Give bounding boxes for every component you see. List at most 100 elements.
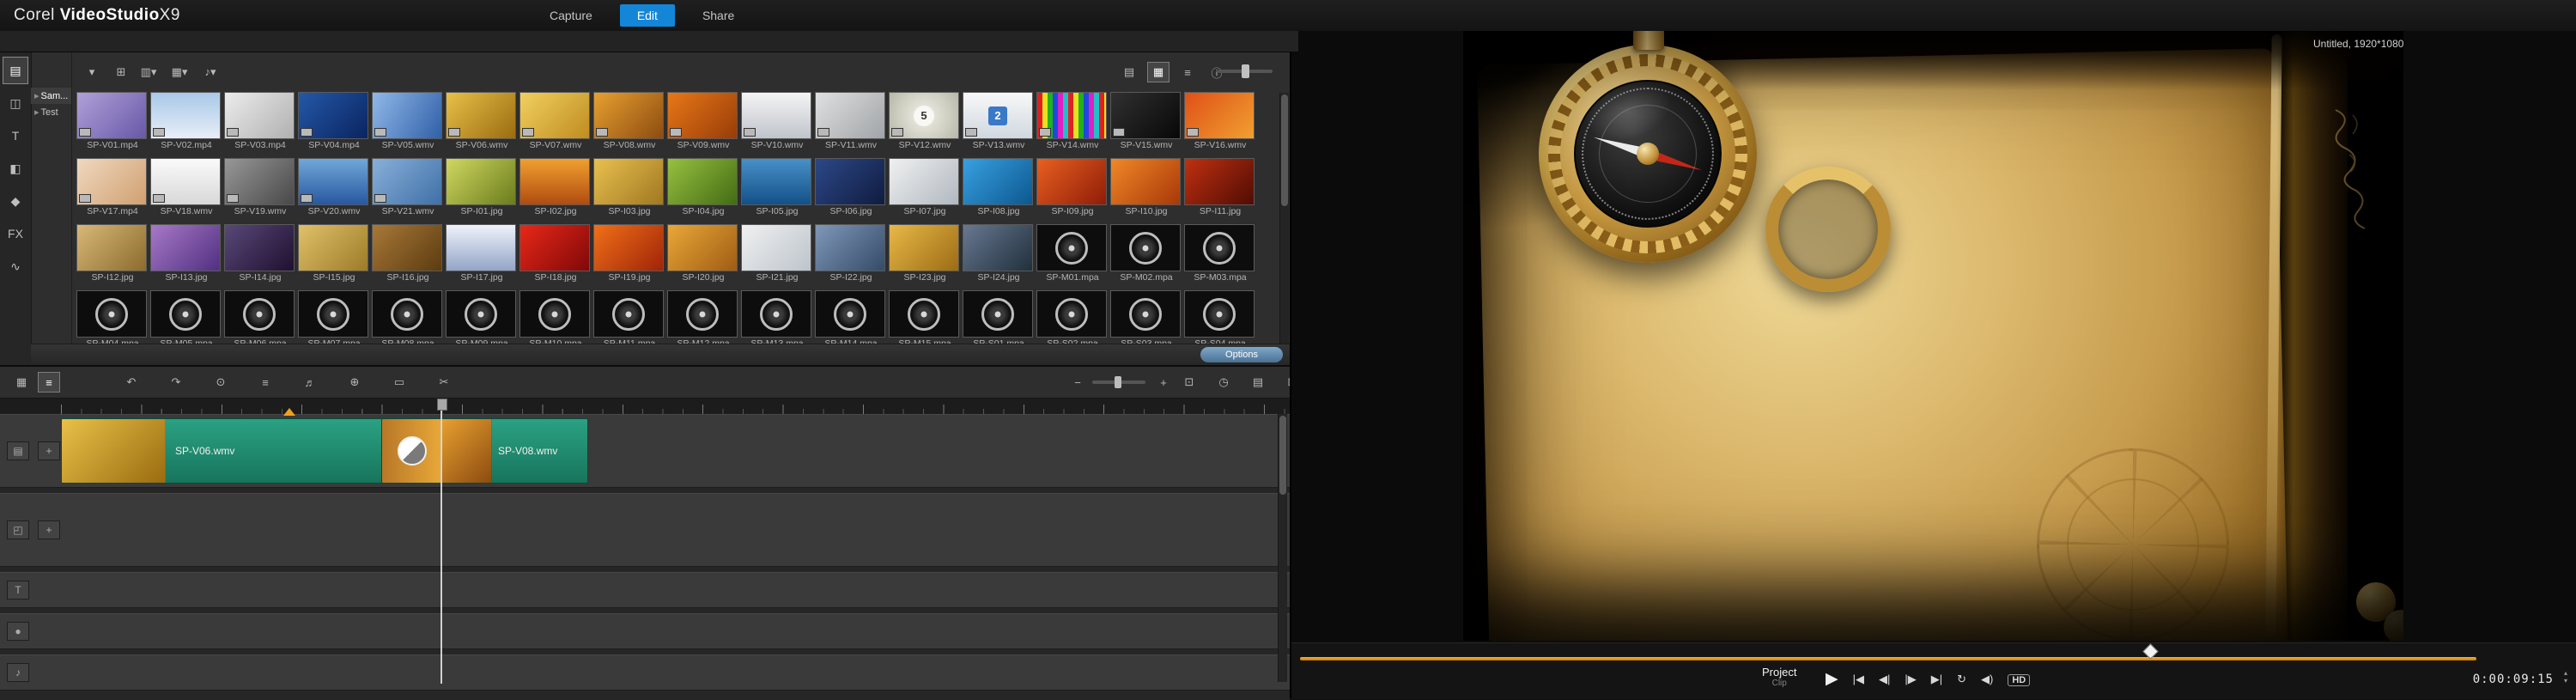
media-thumbnail[interactable]: SP-M11.mpa	[593, 290, 665, 349]
transitions-button[interactable]: T	[3, 122, 28, 149]
media-thumbnail[interactable]: 5 SP-V12.wmv	[889, 92, 960, 150]
previous-frame-button[interactable]: ◀|	[1879, 673, 1890, 686]
undo-button[interactable]: ↶	[120, 372, 143, 393]
mode-clip-label[interactable]: Clip	[1762, 679, 1796, 688]
media-thumbnail[interactable]: SP-I20.jpg	[667, 224, 738, 283]
media-thumbnail[interactable]: SP-I22.jpg	[815, 224, 886, 283]
media-thumbnail[interactable]: SP-M03.mpa	[1184, 224, 1255, 283]
motion-tracking-button[interactable]: ⊕	[343, 372, 366, 393]
volume-button[interactable]: ◀)	[1981, 673, 1993, 686]
media-thumbnail[interactable]: SP-V06.wmv	[446, 92, 517, 150]
scrub-bar[interactable]	[1300, 657, 2476, 660]
media-thumbnail[interactable]: SP-M09.mpa	[446, 290, 517, 349]
gallery-folder[interactable]: ▸ Sam...	[31, 88, 71, 104]
media-thumbnail[interactable]: SP-V09.wmv	[667, 92, 738, 150]
media-thumbnail[interactable]: SP-M04.mpa	[76, 290, 148, 349]
media-thumbnail[interactable]: SP-I12.jpg	[76, 224, 148, 283]
home-button[interactable]: |◀	[1853, 673, 1864, 686]
add-overlay-track-button[interactable]: +	[38, 520, 60, 539]
media-thumbnail[interactable]: SP-M10.mpa	[519, 290, 591, 349]
media-thumbnail[interactable]: SP-M12.mpa	[667, 290, 738, 349]
timeline-clip[interactable]	[381, 418, 442, 484]
detail-view-button[interactable]: ≡	[1176, 62, 1199, 82]
media-thumbnail[interactable]: SP-M14.mpa	[815, 290, 886, 349]
media-thumbnail[interactable]: SP-I04.jpg	[667, 158, 738, 216]
media-thumbnail[interactable]: SP-I15.jpg	[298, 224, 369, 283]
media-thumbnail[interactable]: SP-M01.mpa	[1036, 224, 1108, 283]
subtitle-editor-button[interactable]: ▭	[388, 372, 410, 393]
options-button[interactable]: Options	[1200, 347, 1283, 362]
play-button[interactable]: ▶	[1826, 669, 1838, 689]
media-thumbnail[interactable]: SP-V01.mp4	[76, 92, 148, 150]
split-by-scene-button[interactable]: ✂	[433, 372, 455, 393]
track-manager-button[interactable]: ▤	[1247, 372, 1269, 393]
redo-button[interactable]: ↷	[165, 372, 187, 393]
media-thumbnail[interactable]: SP-I17.jpg	[446, 224, 517, 283]
media-thumbnail[interactable]: SP-I01.jpg	[446, 158, 517, 216]
media-thumbnail[interactable]: SP-S04.mpa	[1184, 290, 1255, 349]
media-thumbnail[interactable]: SP-M13.mpa	[741, 290, 812, 349]
media-thumbnail[interactable]: SP-V19.wmv	[224, 158, 295, 216]
library-scrollbar-thumb[interactable]	[1281, 94, 1288, 206]
filters-button[interactable]: FX	[3, 220, 28, 247]
sound-mixer-button[interactable]: ≡	[254, 372, 276, 393]
video-track-icon[interactable]: ▤	[7, 441, 29, 460]
media-thumbnail[interactable]: SP-I05.jpg	[741, 158, 812, 216]
media-thumbnail[interactable]: SP-I08.jpg	[963, 158, 1034, 216]
media-thumbnail[interactable]: SP-M05.mpa	[150, 290, 222, 349]
repeat-button[interactable]: ↻	[1957, 673, 1966, 686]
media-thumbnail[interactable]: SP-I16.jpg	[372, 224, 443, 283]
media-thumbnail[interactable]: SP-S03.mpa	[1110, 290, 1182, 349]
media-thumbnail[interactable]: SP-I10.jpg	[1110, 158, 1182, 216]
playback-mode-toggle[interactable]: Project Clip	[1762, 666, 1796, 688]
cue-marker[interactable]	[283, 408, 295, 416]
media-thumbnail[interactable]: SP-S01.mpa	[963, 290, 1034, 349]
timeline-ruler[interactable]	[0, 399, 1290, 415]
timecode-down-icon[interactable]: ▾	[2564, 677, 2567, 685]
title-track[interactable]: T	[0, 572, 1290, 608]
gallery-folder[interactable]: ▸ Test	[31, 104, 71, 120]
storyboard-view-button[interactable]: ▦	[10, 372, 33, 393]
media-thumbnail[interactable]: SP-S02.mpa	[1036, 290, 1108, 349]
timeline-zoom-knob[interactable]	[1115, 376, 1121, 388]
timecode-spinner[interactable]: ▴ ▾	[2564, 669, 2567, 685]
thumbnail-size-slider[interactable]	[1218, 64, 1273, 78]
record-capture-button[interactable]: ⊙	[210, 372, 232, 393]
music-track-icon[interactable]: ♪	[7, 663, 29, 682]
media-thumbnail[interactable]: SP-V17.mp4	[76, 158, 148, 216]
auto-music-button[interactable]: ♬	[299, 372, 321, 393]
tab-capture[interactable]: Capture	[532, 4, 610, 27]
media-thumbnail[interactable]: SP-V11.wmv	[815, 92, 886, 150]
motion-path-button[interactable]: ∿	[3, 253, 28, 280]
list-view-button[interactable]: ▤	[1118, 62, 1140, 82]
media-thumbnail[interactable]: SP-V02.mp4	[150, 92, 222, 150]
zoom-in-button[interactable]: +	[1152, 372, 1175, 393]
media-thumbnail[interactable]: SP-V08.wmv	[593, 92, 665, 150]
end-button[interactable]: ▶|	[1931, 673, 1942, 686]
titles-button[interactable]: ◧	[3, 155, 28, 182]
voice-track[interactable]: ●	[0, 613, 1290, 649]
media-thumbnail[interactable]: SP-I11.jpg	[1184, 158, 1255, 216]
instant-project-button[interactable]: ◫	[3, 89, 28, 117]
media-thumbnail[interactable]: SP-V04.mp4	[298, 92, 369, 150]
tab-edit[interactable]: Edit	[619, 4, 675, 27]
timeline-view-button[interactable]: ≡	[38, 372, 60, 393]
timeline-clip[interactable]: SP-V08.wmv	[440, 418, 588, 484]
title-track-icon[interactable]: T	[7, 581, 29, 600]
timeline-scrollbar[interactable]	[1278, 414, 1287, 682]
overlays-button[interactable]: ◆	[3, 187, 28, 215]
media-thumbnail[interactable]: SP-V14.wmv	[1036, 92, 1108, 150]
hd-button[interactable]: HD	[2008, 673, 2031, 686]
overlay-track[interactable]: ◰ +	[0, 493, 1290, 567]
video-track[interactable]: ▤ + SP-V06.wmv SP-V08.wmv	[0, 414, 1290, 488]
mode-project-label[interactable]: Project	[1762, 666, 1796, 679]
playhead[interactable]	[437, 399, 447, 684]
tab-share[interactable]: Share	[685, 4, 751, 27]
media-thumbnail[interactable]: SP-V15.wmv	[1110, 92, 1182, 150]
media-thumbnail[interactable]: SP-V03.mp4	[224, 92, 295, 150]
media-thumbnail[interactable]: SP-I09.jpg	[1036, 158, 1108, 216]
media-thumbnail[interactable]: 2 SP-V13.wmv	[963, 92, 1034, 150]
media-thumbnail[interactable]: SP-M06.mpa	[224, 290, 295, 349]
music-track[interactable]: ♪	[0, 654, 1290, 691]
timeline-scrollbar-thumb[interactable]	[1279, 416, 1286, 495]
